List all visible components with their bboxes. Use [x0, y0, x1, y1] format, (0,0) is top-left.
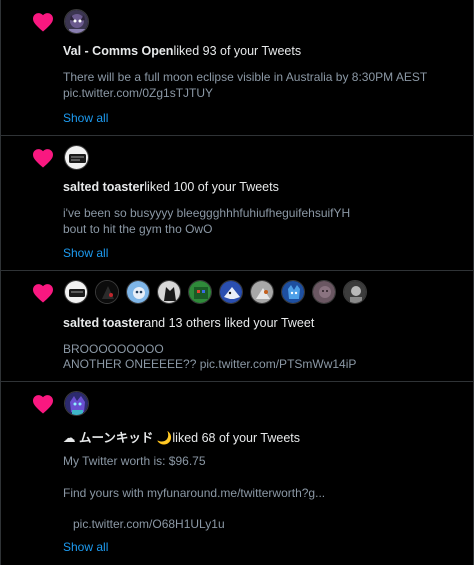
notification-item[interactable]: ☁ ムーンキッド 🌙liked 68 of your Tweets My Twi… — [1, 382, 473, 565]
avatar[interactable] — [95, 280, 119, 304]
notification-headline: salted toasterand 13 others liked your T… — [63, 316, 314, 330]
avatar[interactable] — [188, 280, 212, 304]
notification-headline: ☁ ムーンキッド 🌙liked 68 of your Tweets — [63, 427, 300, 446]
avatar[interactable] — [64, 145, 89, 170]
show-all-link[interactable]: Show all — [63, 111, 108, 125]
actor-name[interactable]: salted toaster — [63, 180, 144, 194]
avatar[interactable] — [64, 280, 88, 304]
show-all-link[interactable]: Show all — [63, 246, 108, 260]
notification-headline: Val - Comms Openliked 93 of your Tweets — [63, 44, 301, 58]
avatar[interactable] — [64, 9, 89, 34]
avatar[interactable] — [157, 280, 181, 304]
heart-icon — [32, 394, 54, 414]
tweet-line: bout to hit the gym tho OwO — [63, 222, 213, 236]
action-text: and 13 others liked your Tweet — [144, 316, 315, 330]
avatar-row — [64, 145, 89, 170]
action-text: liked 100 of your Tweets — [144, 180, 279, 194]
avatar-row — [64, 9, 89, 34]
tweet-line: i've been so busyyyy bleeggghhhfuhiufheg… — [63, 206, 351, 220]
avatar-row — [64, 391, 89, 416]
actor-name[interactable]: salted toaster — [63, 316, 144, 330]
avatar[interactable] — [126, 280, 150, 304]
avatar[interactable] — [219, 280, 243, 304]
avatar[interactable] — [64, 391, 89, 416]
notification-headline: salted toasterliked 100 of your Tweets — [63, 180, 279, 194]
action-text: liked 93 of your Tweets — [173, 44, 302, 58]
notification-item[interactable]: Val - Comms Openliked 93 of your Tweets … — [1, 0, 473, 136]
tweet-link[interactable]: ANOTHER ONEEEEE?? pic.twitter.com/PTSmWw… — [63, 356, 356, 372]
heart-icon — [32, 148, 54, 168]
tweet-line: BROOOOOOOOO — [63, 342, 164, 356]
avatar[interactable] — [281, 280, 305, 304]
actor-name[interactable]: Val - Comms Open — [63, 44, 173, 58]
tweet-line: There will be a full moon eclipse visibl… — [63, 70, 428, 84]
actor-name[interactable]: ☁ ムーンキッド 🌙 — [63, 431, 172, 445]
show-all-link[interactable]: Show all — [63, 540, 108, 554]
avatar[interactable] — [312, 280, 336, 304]
avatar[interactable] — [343, 280, 367, 304]
avatar-row — [64, 280, 367, 304]
tweet-line: Find yours with myfunaround.me/twitterwo… — [63, 486, 326, 500]
action-text: liked 68 of your Tweets — [172, 431, 301, 445]
heart-icon — [32, 283, 54, 303]
notification-item[interactable]: salted toasterliked 100 of your Tweets i… — [1, 136, 473, 271]
tweet-line: My Twitter worth is: $96.75 — [63, 454, 206, 468]
heart-icon — [32, 12, 54, 32]
notifications-feed: Val - Comms Openliked 93 of your Tweets … — [0, 0, 474, 565]
notification-item[interactable]: salted toasterand 13 others liked your T… — [1, 271, 473, 382]
tweet-link[interactable]: pic.twitter.com/0Zg1sTJTUY — [63, 85, 213, 101]
avatar[interactable] — [250, 280, 274, 304]
tweet-link[interactable]: pic.twitter.com/O68H1ULy1u — [73, 516, 225, 532]
